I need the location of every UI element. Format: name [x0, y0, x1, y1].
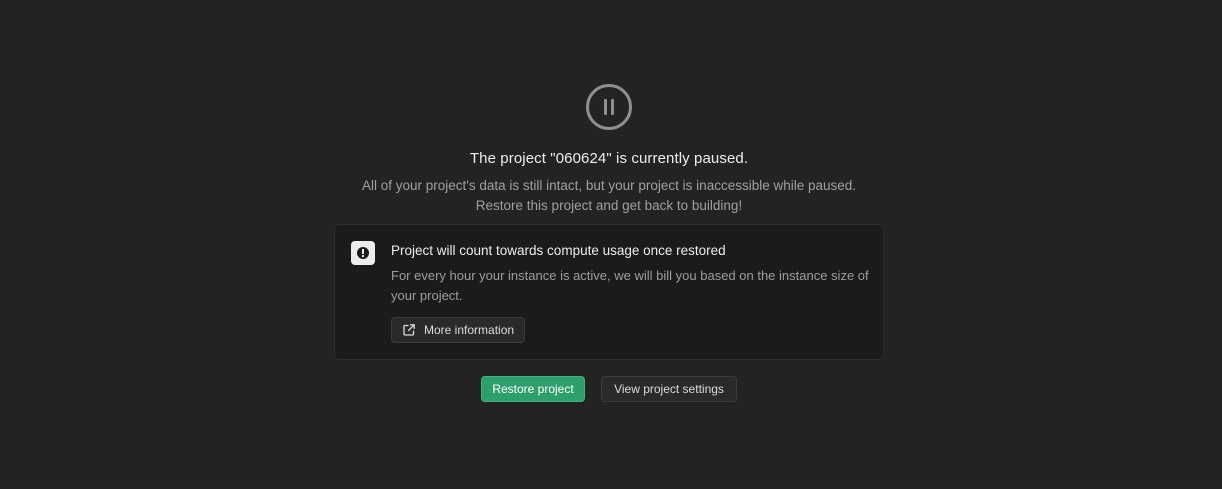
view-project-settings-button[interactable]: View project settings	[601, 376, 737, 402]
paused-title: The project "060624" is currently paused…	[469, 150, 749, 167]
paused-project-page: The project "060624" is currently paused…	[0, 0, 1222, 489]
external-link-icon	[403, 324, 415, 336]
more-information-button[interactable]: More information	[391, 317, 526, 343]
paused-subtitle-line1: All of your project's data is still inta…	[361, 178, 857, 193]
paused-subtitle-line2: Restore this project and get back to bui…	[475, 198, 743, 213]
notice-body: For every hour your instance is active, …	[391, 268, 869, 303]
restore-project-button[interactable]: Restore project	[481, 376, 585, 402]
pause-circle-icon	[586, 84, 632, 130]
alert-icon	[351, 241, 375, 265]
compute-usage-notice: Project will count towards compute usage…	[334, 224, 884, 360]
pause-bar-right	[611, 99, 614, 115]
pause-bar-left	[604, 99, 607, 115]
notice-title: Project will count towards compute usage…	[391, 243, 726, 258]
more-information-label: More information	[424, 323, 515, 337]
